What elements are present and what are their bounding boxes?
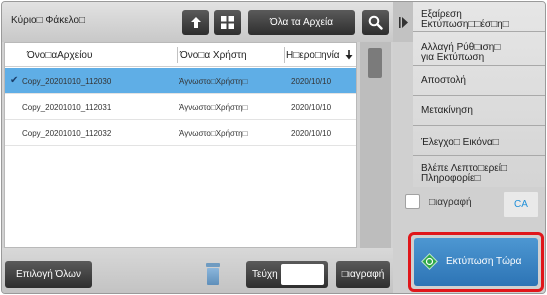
menu-item-change-print-settings[interactable]: Αλλαγή Ρύθ□ιση□ για Εκτύπωση	[413, 32, 545, 66]
grid-icon	[221, 16, 234, 29]
menu-item-move[interactable]: Μετακίνηση	[413, 96, 545, 126]
delete-button[interactable]: □ιαγραφή	[336, 261, 390, 288]
storage-icon-body	[207, 268, 219, 285]
menu-item-label: Έλεγχο□ Εικόνα□	[421, 137, 499, 148]
storage-icon-lid	[206, 263, 220, 267]
select-all-button[interactable]: Επιλογή Όλων	[5, 261, 92, 288]
table-row[interactable]: Copy_20201010_112032 Άγνωστο□Χρήστη□ 202…	[5, 120, 356, 146]
search-button[interactable]	[362, 10, 389, 35]
search-icon	[368, 15, 383, 30]
copies-input[interactable]	[281, 264, 324, 285]
scrollbar-thumb[interactable]	[368, 48, 382, 78]
header-filename[interactable]: Όνο□αΑρχείου	[27, 50, 92, 61]
print-now-button[interactable]: Εκτύπωση Τώρα	[414, 238, 538, 286]
menu-item-view-details[interactable]: Βλέπε Λεπτο□ερεί□ Πληροφορίε□	[413, 156, 545, 187]
row-filename: Copy_20201010_112030	[22, 77, 112, 86]
storage-icon	[206, 263, 220, 285]
copies-control: Τεύχη	[246, 261, 328, 288]
menu-item-send[interactable]: Αποστολή	[413, 66, 545, 96]
file-list: Όνο□αΑρχείου Όνο□α Χρήστη Η□ερο□ηνία ✔ C…	[4, 42, 357, 248]
delete-checkbox-label: □ιαγραφή	[429, 197, 472, 208]
row-user: Άγνωστο□Χρήστη□	[179, 103, 248, 112]
copies-label: Τεύχη	[252, 269, 278, 280]
header-date[interactable]: Η□ερο□ηνία	[286, 50, 340, 61]
header-divider	[177, 47, 178, 63]
scrollbar[interactable]	[360, 42, 391, 248]
bottom-toolbar: Επιλογή Όλων Τεύχη □ιαγραφή	[2, 248, 393, 293]
row-date: 2020/10/10	[291, 103, 332, 112]
up-folder-button[interactable]	[182, 10, 209, 35]
view-toggle-button[interactable]	[214, 10, 241, 35]
folder-label: Κύριο□ Φάκελο□	[11, 15, 86, 26]
menu-item-label: Εκτύπωση□□έσ□η□	[421, 19, 509, 30]
header-divider	[284, 47, 285, 63]
menu-item-label: Πληροφορίε□	[421, 173, 481, 184]
header-username[interactable]: Όνο□α Χρήστη	[180, 50, 247, 61]
arrow-up-icon	[190, 16, 201, 28]
menu-item-exclude-print[interactable]: Εξαίρεση Εκτύπωση□□έσ□η□	[413, 2, 545, 32]
check-icon: ✔	[10, 75, 19, 86]
row-date: 2020/10/10	[291, 129, 332, 138]
sort-down-icon	[345, 50, 353, 60]
print-now-label: Εκτύπωση Τώρα	[446, 256, 522, 267]
delete-checkbox[interactable]	[405, 194, 420, 209]
table-row[interactable]: Copy_20201010_112031 Άγνωστο□Χρήστη□ 202…	[5, 94, 356, 120]
play-arrow-icon	[398, 16, 408, 28]
action-panel: Εξαίρεση Εκτύπωση□□έσ□η□ Αλλαγή Ρύθ□ιση□…	[393, 2, 545, 293]
row-date: 2020/10/10	[291, 77, 332, 86]
row-user: Άγνωστο□Χρήστη□	[179, 129, 248, 138]
start-diamond-icon	[421, 253, 438, 270]
row-filename: Copy_20201010_112032	[22, 129, 112, 138]
action-menu: Εξαίρεση Εκτύπωση□□έσ□η□ Αλλαγή Ρύθ□ιση□…	[413, 2, 545, 187]
menu-item-label: για Εκτύπωση	[421, 52, 485, 63]
file-panel: Κύριο□ Φάκελο□ Όλα τα Αρχεία Όνο□αΑρχείο…	[2, 2, 393, 293]
list-header: Όνο□αΑρχείου Όνο□α Χρήστη Η□ερο□ηνία	[5, 43, 356, 67]
row-user: Άγνωστο□Χρήστη□	[179, 77, 248, 86]
delete-option: □ιαγραφή CA	[393, 187, 545, 223]
table-row[interactable]: ✔ Copy_20201010_112030 Άγνωστο□Χρήστη□ 2…	[5, 68, 356, 94]
menu-item-label: Αποστολή	[421, 75, 466, 86]
menu-item-check-image[interactable]: Έλεγχο□ Εικόνα□	[413, 126, 545, 156]
app-window: Κύριο□ Φάκελο□ Όλα τα Αρχεία Όνο□αΑρχείο…	[1, 1, 546, 294]
menu-item-label: Μετακίνηση	[421, 105, 473, 116]
ca-button[interactable]: CA	[503, 191, 539, 218]
all-files-button[interactable]: Όλα τα Αρχεία	[248, 10, 355, 35]
panel-toggle-button[interactable]	[393, 2, 413, 42]
row-filename: Copy_20201010_112031	[22, 103, 112, 112]
print-now-highlight: Εκτύπωση Τώρα	[408, 232, 544, 292]
top-toolbar: Κύριο□ Φάκελο□ Όλα τα Αρχεία	[2, 2, 393, 42]
